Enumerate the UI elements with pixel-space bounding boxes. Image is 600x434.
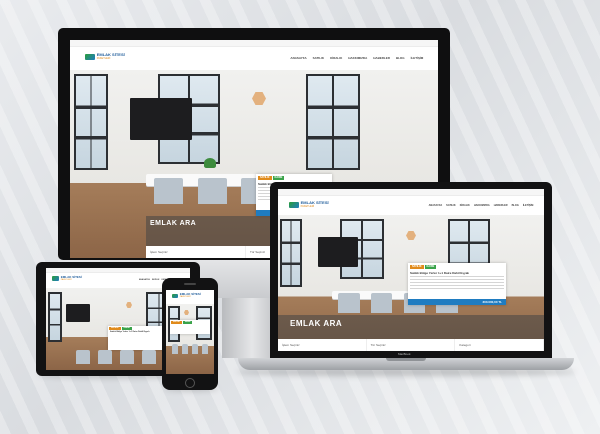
phone-screen: EMLAK SİTESİ PAKETLERİ SATILIK DAİRE — [166, 290, 214, 374]
wall-decor — [406, 231, 416, 240]
tag-sale: SATILIK — [171, 321, 182, 324]
wall-tv — [318, 237, 358, 267]
promo-background: { "site": { "logo_title": "EMLAK SİTESİ"… — [0, 0, 600, 434]
menu-item-home[interactable]: ANASAYFA — [139, 279, 150, 281]
site-header: EMLAK SİTESİ PAKETLERİ ANASAYFA SATILIK … — [278, 189, 544, 216]
tag-type: DAİRE — [424, 265, 437, 269]
wall-tv — [66, 304, 90, 322]
top-bar — [278, 189, 544, 196]
phone-device: EMLAK SİTESİ PAKETLERİ SATILIK DAİRE — [162, 278, 218, 390]
site-nav: EMLAK SİTESİ PAKETLERİ ANASAYFA SATILIK … — [278, 196, 544, 216]
menu-item-news[interactable]: HABERLER — [494, 204, 508, 207]
laptop-device: MacBook EMLAK SİTESİ PAKETLERİ ANASAYFA … — [238, 182, 574, 372]
window — [306, 74, 360, 170]
logo-house-icon — [51, 276, 59, 281]
listing-card[interactable]: SATILIK DAİRE Satılık Bölge Yerler 1+1 D… — [408, 263, 506, 305]
menu-item-sale[interactable]: SATILIK — [152, 279, 160, 281]
listing-card[interactable]: SATILIK DAİRE — [170, 320, 210, 334]
tag-type: DAİRE — [272, 176, 285, 180]
search-title: EMLAK ARA — [150, 220, 197, 227]
listing-tags: SATILIK DAİRE — [256, 174, 332, 182]
menu-item-blog[interactable]: BLOG — [512, 204, 519, 207]
tag-sale: SATILIK — [258, 176, 272, 180]
plant — [204, 158, 216, 168]
site-logo[interactable]: EMLAK SİTESİ PAKETLERİ — [51, 276, 82, 281]
site-logo[interactable]: EMLAK SİTESİ PAKETLERİ — [84, 53, 125, 60]
chairs — [172, 344, 208, 354]
search-panel: EMLAK ARA İşlem Seçiniz Tür Seçiniz Kate… — [278, 315, 544, 351]
search-field-category[interactable]: Kategori — [455, 339, 544, 351]
search-field-operation[interactable]: İşlem Seçiniz — [146, 246, 246, 258]
window — [74, 74, 108, 170]
listing-tags: SATILIK DAİRE — [170, 320, 210, 325]
menu-item-rent[interactable]: KİRALIK — [460, 204, 470, 207]
menu-item-rent[interactable]: KİRALIK — [330, 56, 342, 60]
search-field-type[interactable]: Tür Seçiniz — [367, 339, 456, 351]
tag-type: DAİRE — [121, 327, 132, 330]
tag-type: DAİRE — [182, 321, 193, 324]
listing-title[interactable]: Satılık Bölge Yerler 1+1 Daire Dahil Eşy… — [408, 271, 506, 275]
search-fields: İşlem Seçiniz Tür Seçiniz Kategori — [278, 339, 544, 351]
hero-image: SATILIK DAİRE Satılık Bölge Yerler 1+1 D… — [278, 215, 544, 351]
site-header: EMLAK SİTESİ PAKETLERİ ANASAYFA SATILIK … — [70, 40, 438, 71]
site-nav: EMLAK SİTESİ PAKETLERİ ANASAYFA SATILIK … — [70, 47, 438, 71]
laptop-notch — [386, 358, 426, 361]
phone-speaker — [184, 283, 196, 285]
logo-house-icon — [171, 293, 178, 298]
laptop-brand: MacBook — [398, 352, 411, 356]
menu-item-home[interactable]: ANASAYFA — [290, 56, 306, 60]
top-bar — [70, 40, 438, 47]
wall-decor — [184, 310, 189, 315]
home-button[interactable] — [185, 378, 195, 388]
search-title: EMLAK ARA — [290, 319, 343, 328]
menu-item-about[interactable]: HAKKIMIZDA — [348, 56, 367, 60]
wall-tv — [130, 98, 192, 140]
main-menu: ANASAYFA SATILIK KİRALIK HAKKIMIZDA HABE… — [429, 204, 534, 207]
search-field-operation[interactable]: İşlem Seçiniz — [278, 339, 367, 351]
main-menu: ANASAYFA SATILIK KİRALIK HAKKIMIZDA HABE… — [290, 56, 423, 60]
listing-description — [410, 276, 504, 291]
listing-tags: SATILIK DAİRE — [408, 263, 506, 271]
site-header: EMLAK SİTESİ PAKETLERİ — [166, 290, 214, 305]
menu-item-home[interactable]: ANASAYFA — [429, 204, 443, 207]
hero-image: SATILIK DAİRE — [166, 304, 214, 374]
logo-house-icon — [84, 53, 95, 60]
logo-house-icon — [288, 201, 299, 208]
window — [48, 292, 62, 342]
menu-item-sale[interactable]: SATILIK — [446, 204, 456, 207]
logo-subtitle: PAKETLERİ — [96, 57, 111, 60]
wall-decor — [252, 92, 266, 105]
menu-item-news[interactable]: HABERLER — [373, 56, 390, 60]
menu-item-contact[interactable]: İLETİŞİM — [411, 56, 424, 60]
window — [280, 219, 302, 287]
menu-item-sale[interactable]: SATILIK — [313, 56, 324, 60]
menu-item-blog[interactable]: BLOG — [396, 56, 405, 60]
tag-sale: SATILIK — [410, 265, 424, 269]
logo-subtitle: PAKETLERİ — [60, 279, 72, 281]
menu-item-contact[interactable]: İLETİŞİM — [523, 204, 534, 207]
chairs — [76, 350, 156, 364]
laptop-screen: EMLAK SİTESİ PAKETLERİ ANASAYFA SATILIK … — [278, 189, 544, 351]
site-logo[interactable]: EMLAK SİTESİ PAKETLERİ — [171, 293, 201, 298]
wall-decor — [126, 302, 132, 308]
menu-item-about[interactable]: HAKKIMIZDA — [474, 204, 490, 207]
listing-price: 300.000,00 TL — [408, 299, 506, 305]
site-logo[interactable]: EMLAK SİTESİ PAKETLERİ — [288, 201, 329, 208]
tag-sale: SATILIK — [109, 327, 121, 330]
logo-subtitle: PAKETLERİ — [179, 296, 191, 298]
logo-subtitle: PAKETLERİ — [300, 205, 315, 208]
